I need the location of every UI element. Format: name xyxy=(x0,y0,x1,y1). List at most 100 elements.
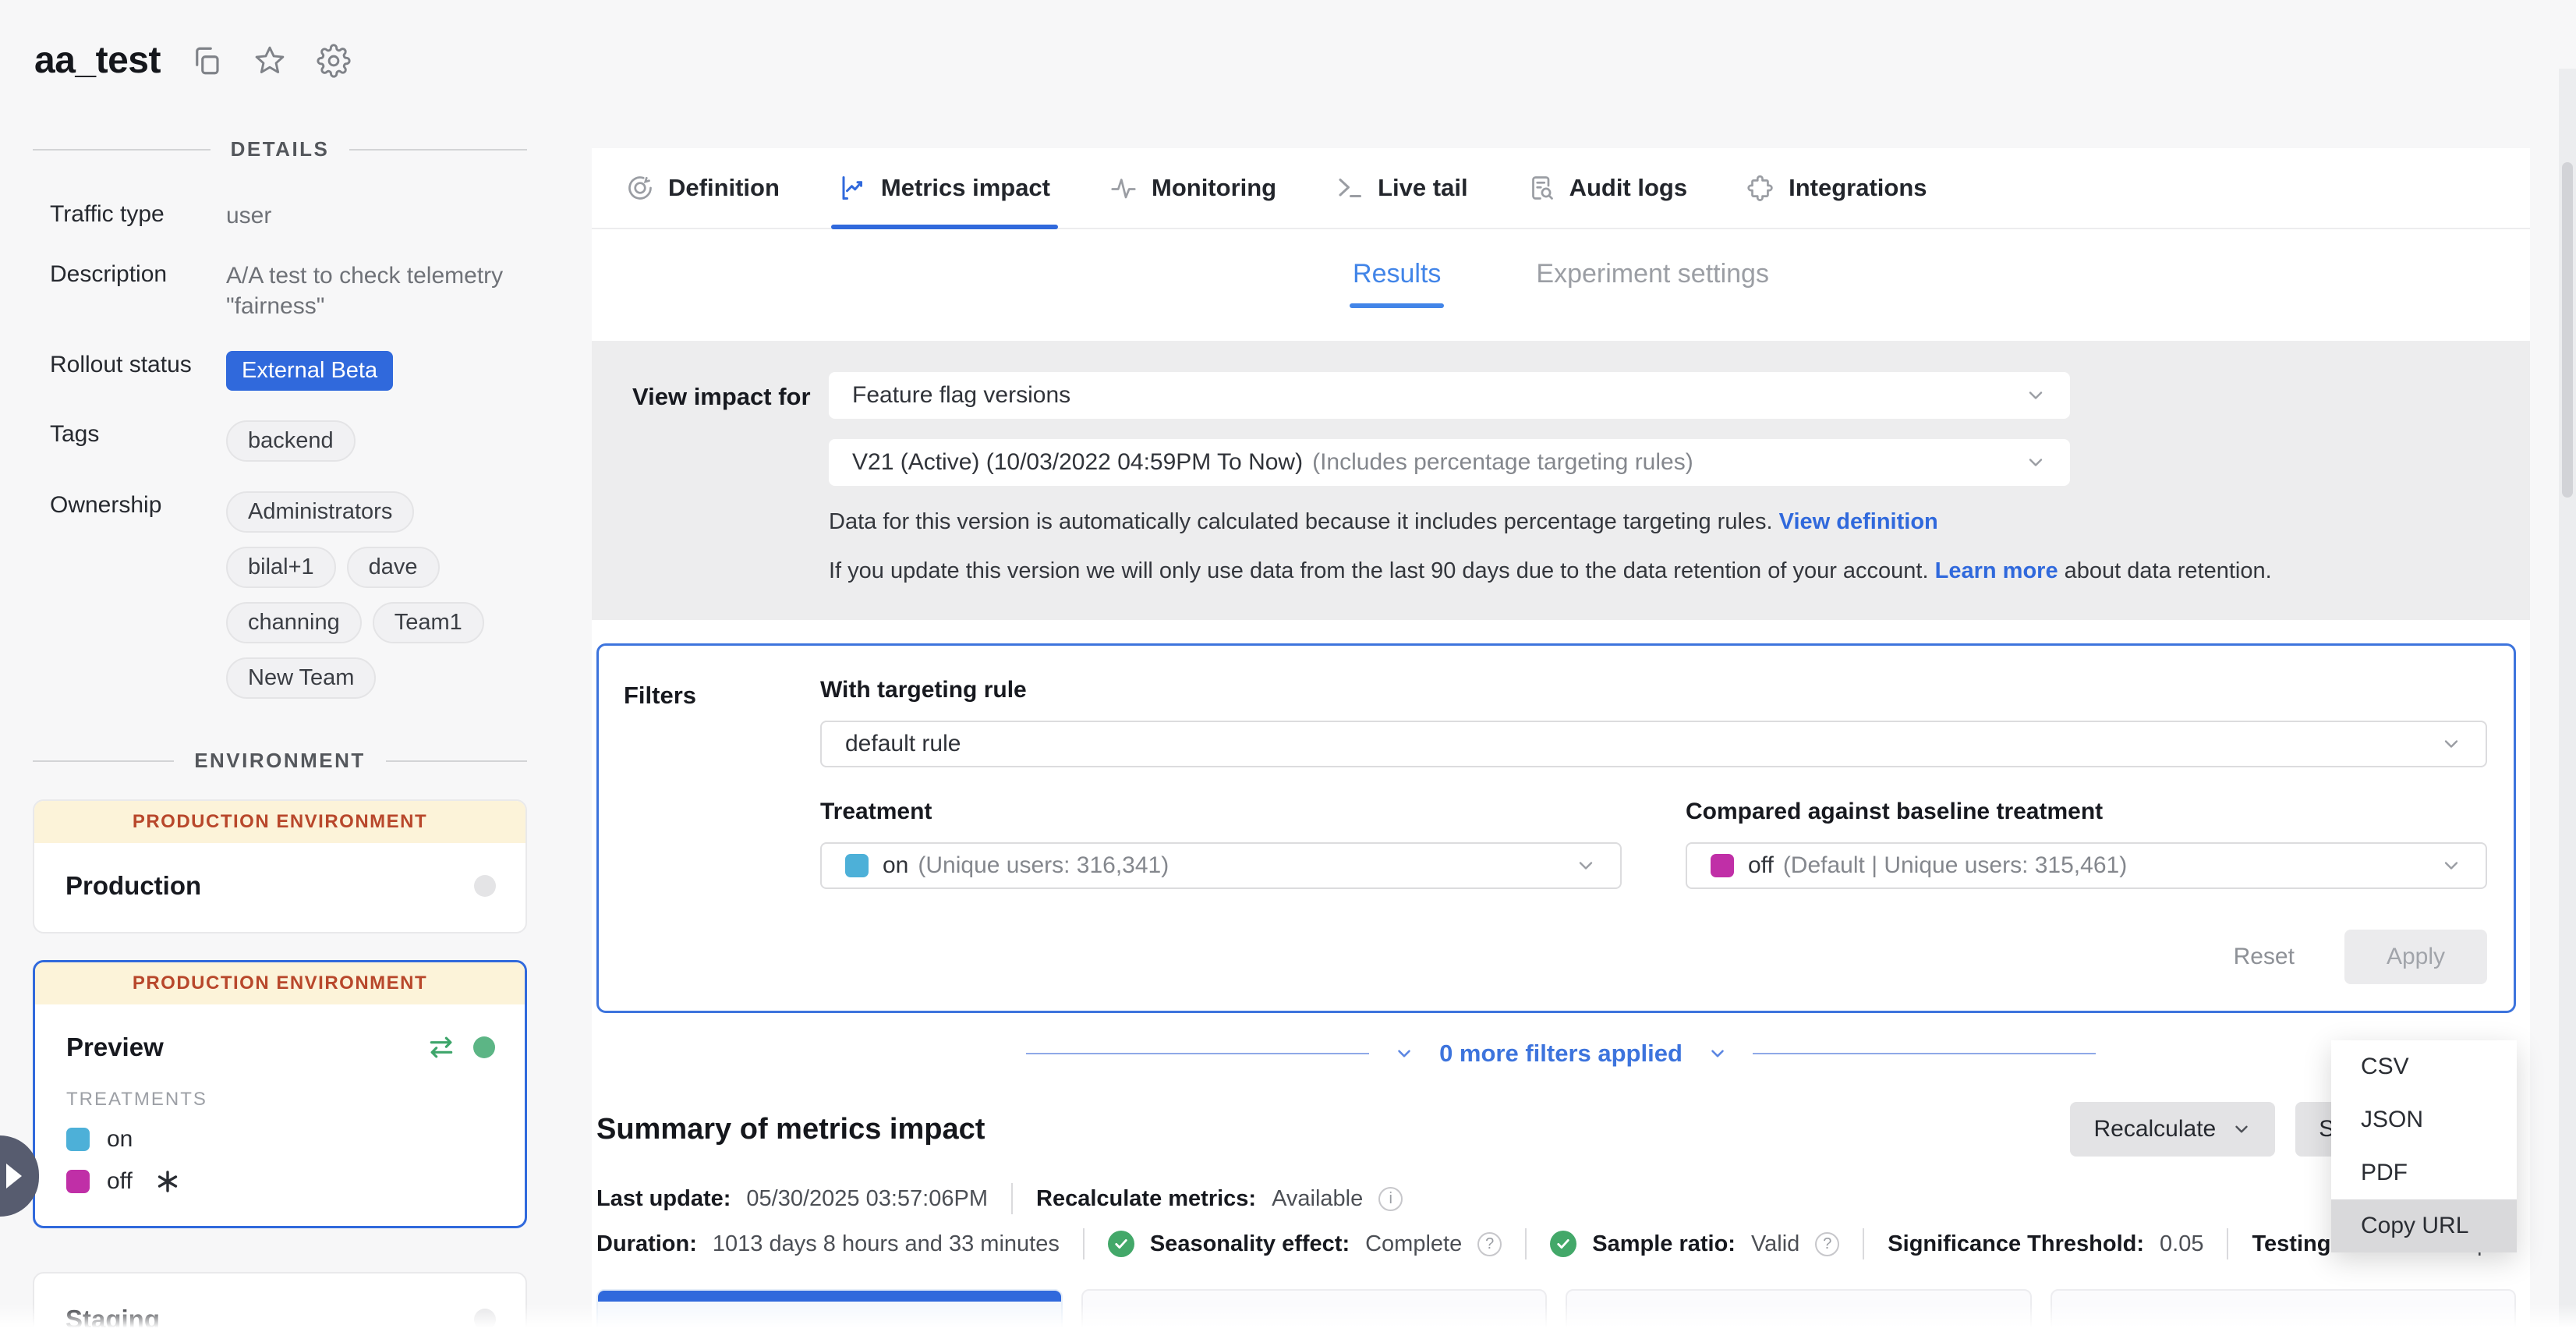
environment-heading: ENVIRONMENT xyxy=(194,749,366,773)
seasonality-label: Seasonality effect: xyxy=(1150,1231,1350,1257)
card-desired-impact[interactable]: Desired impact 0 xyxy=(1081,1289,1548,1332)
card-label: Desired impact xyxy=(1116,1327,1513,1332)
swap-arrows-icon xyxy=(426,1033,456,1062)
owner-pill[interactable]: dave xyxy=(347,547,440,588)
status-dot-gray xyxy=(474,1309,496,1330)
tab-live-tail[interactable]: Live tail xyxy=(1332,148,1470,228)
environment-name: Preview xyxy=(66,1033,426,1062)
ownership-label: Ownership xyxy=(33,491,220,519)
version-value: V21 (Active) (10/03/2022 04:59PM To Now) xyxy=(852,449,1303,476)
share-menu-item-json[interactable]: JSON xyxy=(2331,1093,2517,1146)
status-dot-green xyxy=(473,1036,495,1058)
tab-label: Definition xyxy=(668,174,780,202)
details-heading: DETAILS xyxy=(231,137,330,161)
recalculate-metrics-label: Recalculate metrics: xyxy=(1036,1186,1256,1212)
recalculate-button[interactable]: Recalculate xyxy=(2070,1102,2275,1157)
view-impact-label: View impact for xyxy=(632,372,829,584)
tab-metrics-impact[interactable]: Metrics impact xyxy=(836,148,1053,228)
share-menu-item-copy-url[interactable]: Copy URL xyxy=(2331,1199,2517,1252)
scrollbar-thumb[interactable] xyxy=(2562,162,2573,498)
tab-integrations[interactable]: Integrations xyxy=(1743,148,1930,228)
targeting-rule-dropdown[interactable]: default rule xyxy=(820,721,2487,767)
puzzle-icon xyxy=(1746,174,1775,202)
share-menu-item-pdf[interactable]: PDF xyxy=(2331,1146,2517,1199)
copy-icon[interactable] xyxy=(190,44,223,77)
view-definition-link[interactable]: View definition xyxy=(1779,509,1938,534)
card-inconclusive[interactable]: Inconclusive 4 xyxy=(2051,1289,2517,1332)
version-dropdown[interactable]: V21 (Active) (10/03/2022 04:59PM To Now)… xyxy=(829,439,2070,486)
gear-icon[interactable] xyxy=(317,44,351,78)
card-label: All metrics xyxy=(631,1327,1028,1332)
tabs-bar: Definition Metrics impact Monitoring Liv… xyxy=(592,148,2530,229)
target-icon xyxy=(626,174,654,202)
terminal-icon xyxy=(1336,174,1364,202)
status-dot-gray xyxy=(474,875,496,897)
tab-monitoring[interactable]: Monitoring xyxy=(1106,148,1279,228)
baseline-treatment-dropdown[interactable]: off (Default | Unique users: 315,461) xyxy=(1686,842,2487,889)
rollout-status-badge[interactable]: External Beta xyxy=(226,351,393,391)
chevron-down-icon[interactable] xyxy=(1394,1043,1414,1064)
owner-pill[interactable]: Administrators xyxy=(226,491,414,533)
chevron-down-icon[interactable] xyxy=(1707,1043,1728,1064)
sample-ratio-value: Valid xyxy=(1751,1231,1799,1257)
subtab-results[interactable]: Results xyxy=(1353,259,1441,308)
sidebar: DETAILS Traffic type user Description A/… xyxy=(33,137,527,1332)
chevron-down-icon xyxy=(2231,1119,2252,1139)
question-icon[interactable]: ? xyxy=(1815,1232,1839,1256)
share-menu-item-csv[interactable]: CSV xyxy=(2331,1040,2517,1093)
treatment-name: off xyxy=(107,1168,133,1195)
data-retention-note: If you update this version we will only … xyxy=(829,558,2483,584)
recalculate-metrics-value: Available xyxy=(1272,1186,1363,1212)
question-icon[interactable]: ? xyxy=(1477,1232,1502,1256)
main-panel: Definition Metrics impact Monitoring Liv… xyxy=(592,148,2530,1332)
filters-box: Filters With targeting rule default rule… xyxy=(596,643,2516,1013)
star-icon[interactable] xyxy=(253,44,287,78)
seasonality-value: Complete xyxy=(1365,1231,1462,1257)
view-impact-section: View impact for Feature flag versions V2… xyxy=(592,341,2530,620)
production-environment-strip: PRODUCTION ENVIRONMENT xyxy=(35,962,525,1004)
reset-button[interactable]: Reset xyxy=(2221,936,2307,978)
treatment-row-off: off xyxy=(66,1168,495,1195)
metric-summary-cards: All metrics 12 Desired impact 0 Undesire… xyxy=(596,1289,2516,1332)
tab-definition[interactable]: Definition xyxy=(623,148,783,228)
tag-pill[interactable]: backend xyxy=(226,420,356,462)
document-search-icon xyxy=(1527,174,1555,202)
impact-scope-dropdown[interactable]: Feature flag versions xyxy=(829,372,2070,419)
environment-card-staging[interactable]: Staging xyxy=(33,1272,527,1332)
summary-heading: Summary of metrics impact xyxy=(596,1113,2070,1146)
description-label: Description xyxy=(33,260,220,289)
baseline-value: off xyxy=(1748,852,1774,879)
chevron-down-icon xyxy=(1575,855,1597,877)
share-results-menu: CSV JSON PDF Copy URL xyxy=(2331,1040,2517,1252)
card-label: Undesired impact xyxy=(1600,1327,1997,1332)
summary-header-row: Summary of metrics impact Recalculate Sh… xyxy=(596,1102,2516,1157)
more-filters-link[interactable]: 0 more filters applied xyxy=(1439,1040,1683,1068)
card-all-metrics[interactable]: All metrics 12 xyxy=(596,1289,1063,1332)
owner-pill[interactable]: Team1 xyxy=(373,602,484,643)
tab-label: Live tail xyxy=(1378,174,1467,202)
learn-more-link[interactable]: Learn more xyxy=(1935,558,2058,583)
apply-button[interactable]: Apply xyxy=(2344,930,2487,984)
last-update-label: Last update: xyxy=(596,1186,731,1212)
check-circle-icon xyxy=(1550,1231,1576,1257)
targeting-rule-value: default rule xyxy=(845,731,961,757)
scrollbar-track[interactable] xyxy=(2559,69,2576,1332)
tab-label: Audit logs xyxy=(1569,174,1688,202)
info-icon[interactable]: i xyxy=(1378,1187,1403,1211)
environment-card-production[interactable]: PRODUCTION ENVIRONMENT Production xyxy=(33,799,527,933)
environment-card-preview[interactable]: PRODUCTION ENVIRONMENT Preview TREATMENT… xyxy=(33,960,527,1228)
page-header: aa_test xyxy=(34,39,351,82)
treatment-dropdown[interactable]: on (Unique users: 316,341) xyxy=(820,842,1622,889)
environment-name: Production xyxy=(65,871,474,901)
pulse-icon xyxy=(1109,174,1138,202)
owner-pill[interactable]: channing xyxy=(226,602,362,643)
impact-scope-value: Feature flag versions xyxy=(852,382,1070,409)
subtab-experiment-settings[interactable]: Experiment settings xyxy=(1536,259,1769,308)
treatment-suffix: (Unique users: 316,341) xyxy=(918,852,1169,879)
owner-pill[interactable]: New Team xyxy=(226,657,376,699)
chart-line-icon xyxy=(839,174,867,202)
card-undesired-impact[interactable]: Undesired impact 0 xyxy=(1566,1289,2032,1332)
baseline-suffix: (Default | Unique users: 315,461) xyxy=(1783,852,2127,879)
owner-pill[interactable]: bilal+1 xyxy=(226,547,336,588)
tab-audit-logs[interactable]: Audit logs xyxy=(1524,148,1691,228)
